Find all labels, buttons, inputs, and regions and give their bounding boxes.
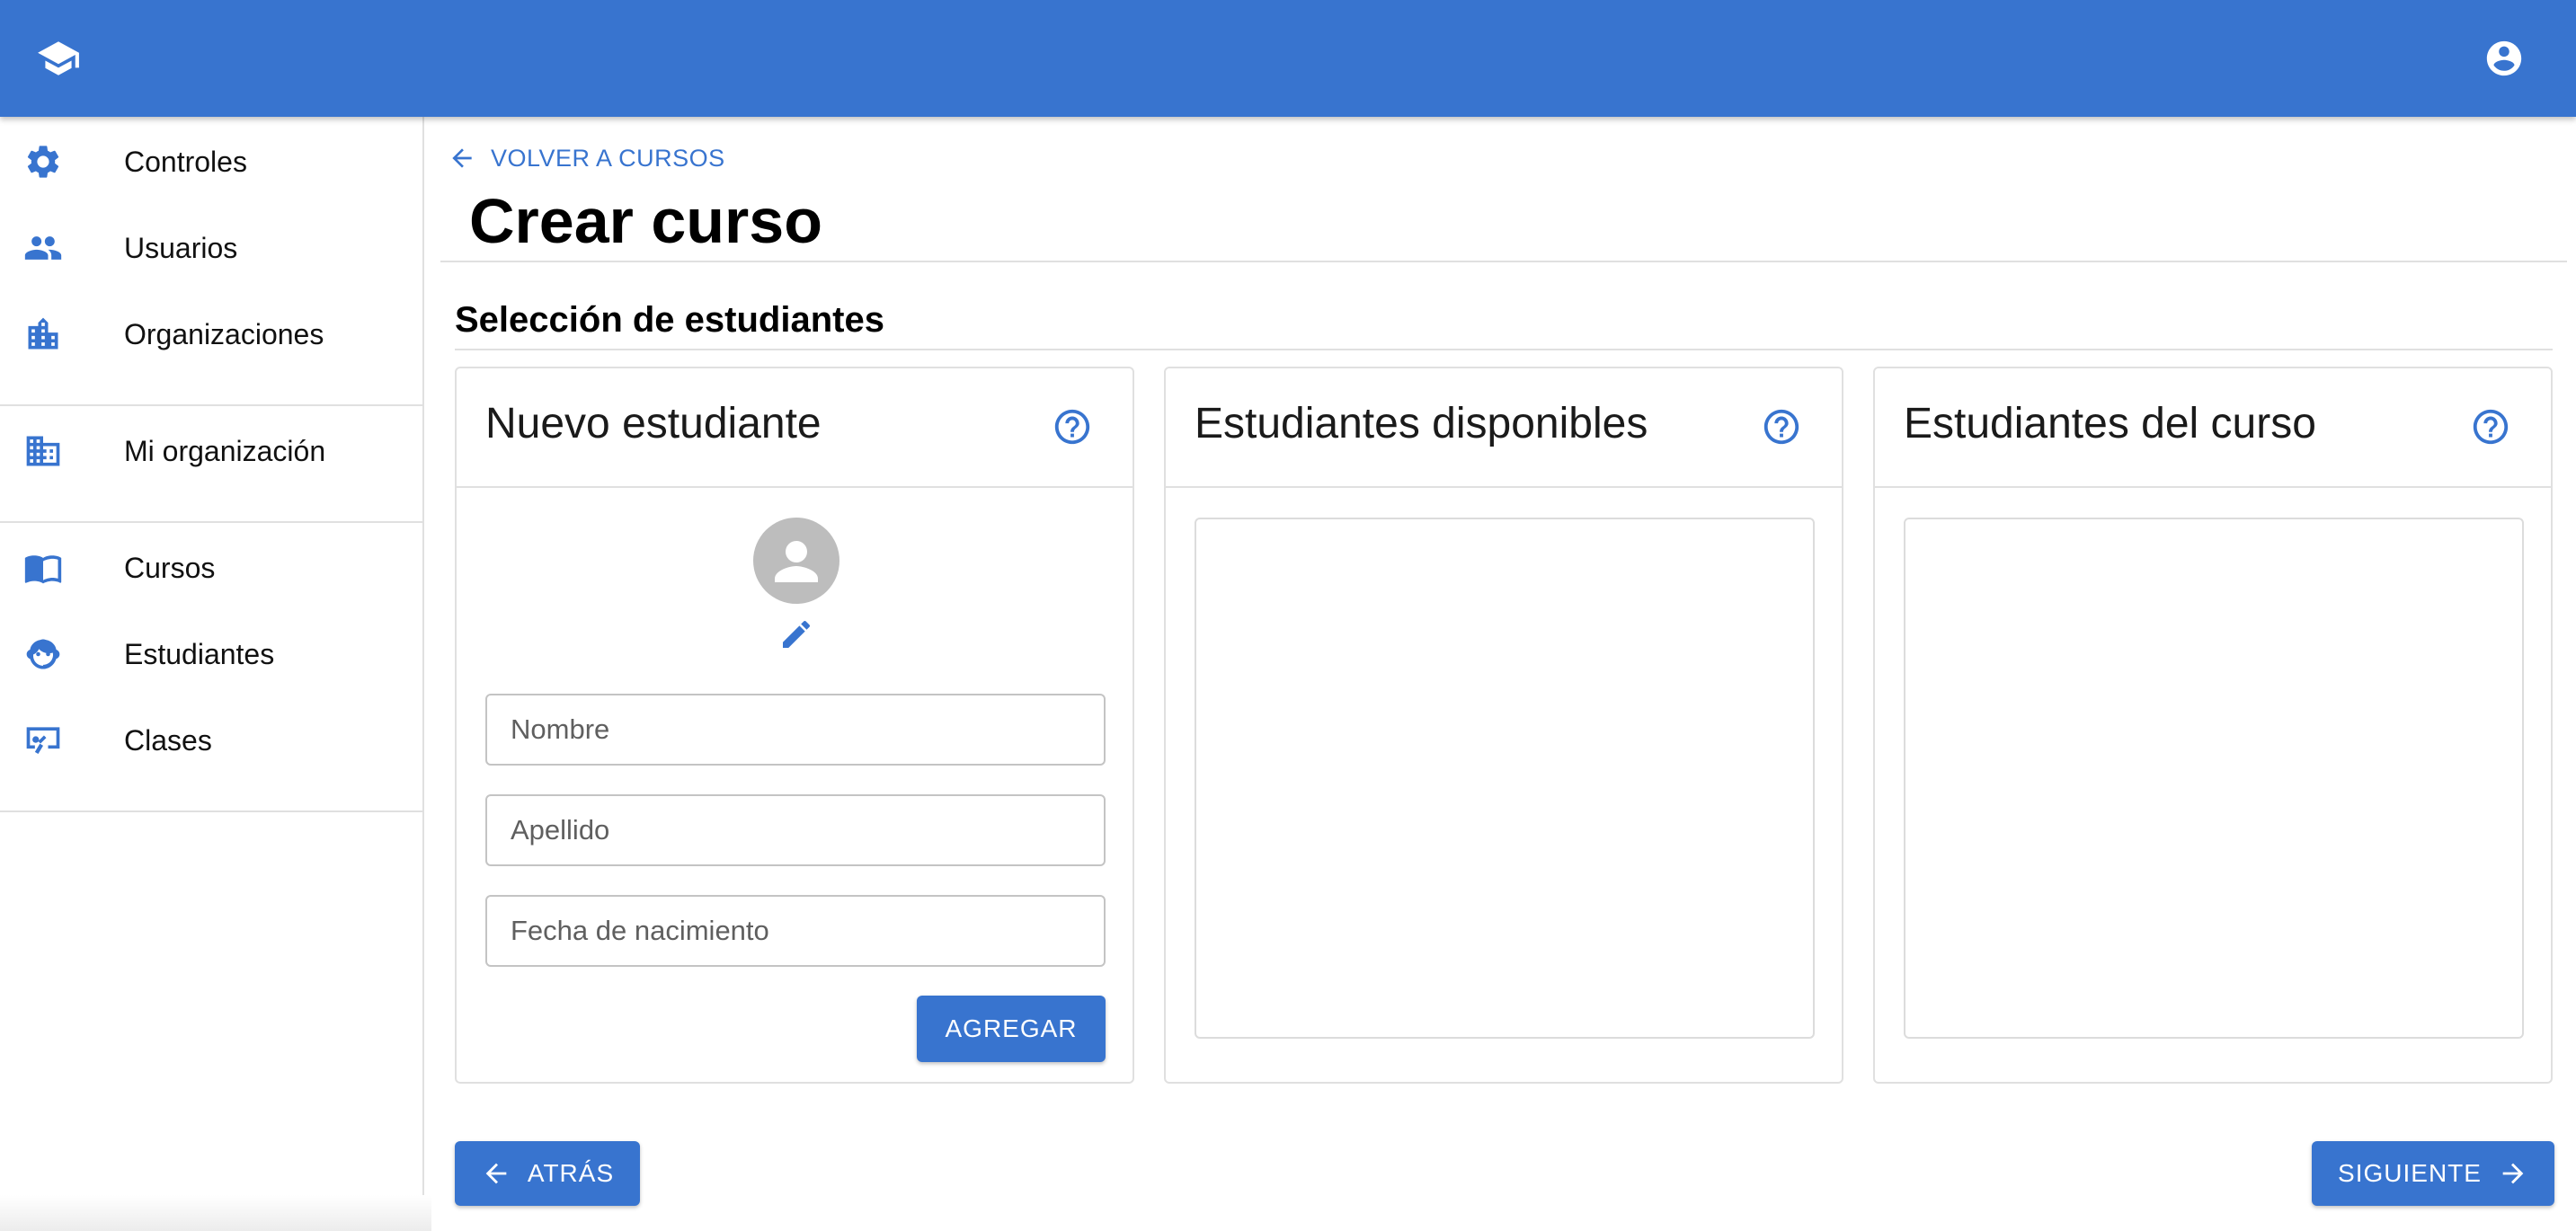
section-divider — [455, 349, 2553, 350]
help-icon[interactable] — [1052, 406, 1093, 447]
sidebar-item-cursos[interactable]: Cursos — [0, 525, 422, 611]
sidebar-item-label: Controles — [124, 146, 247, 178]
sidebar-item-label: Organizaciones — [124, 318, 324, 350]
sidebar-item-mi-organizacion[interactable]: Mi organización — [0, 408, 422, 494]
next-button[interactable]: SIGUIENTE — [2312, 1141, 2554, 1206]
sidebar-divider — [0, 521, 422, 523]
sidebar-divider — [0, 810, 422, 812]
avatar — [753, 518, 839, 604]
add-student-button[interactable]: AGREGAR — [917, 996, 1106, 1062]
arrow-left-icon — [485, 1163, 507, 1184]
last-name-field[interactable] — [485, 794, 1106, 866]
child-face-icon — [26, 639, 60, 669]
sidebar-item-label: Clases — [124, 724, 212, 757]
new-student-card: Nuevo estudiante AGREGAR — [455, 367, 1134, 1084]
title-divider — [440, 261, 2567, 262]
birth-date-field[interactable] — [485, 895, 1106, 967]
account-circle-icon[interactable] — [2483, 38, 2525, 79]
sidebar-item-organizaciones[interactable]: Organizaciones — [0, 291, 422, 377]
card-title: Nuevo estudiante — [485, 400, 822, 447]
sidebar-item-clases[interactable]: Clases — [0, 697, 422, 784]
help-icon[interactable] — [2470, 406, 2511, 447]
sidebar-item-label: Usuarios — [124, 232, 238, 264]
sidebar: Controles Usuarios Organizaciones Mi org… — [0, 117, 424, 1231]
course-students-list[interactable] — [1904, 518, 2524, 1039]
business-icon — [26, 436, 60, 466]
sidebar-item-usuarios[interactable]: Usuarios — [0, 205, 422, 291]
course-students-card: Estudiantes del curso — [1873, 367, 2553, 1084]
back-button-label: ATRÁS — [527, 1159, 615, 1187]
back-button[interactable]: ATRÁS — [455, 1141, 640, 1206]
building-icon — [28, 317, 58, 350]
person-icon — [775, 541, 818, 582]
available-students-list[interactable] — [1195, 518, 1815, 1039]
sidebar-item-controles[interactable]: Controles — [0, 119, 422, 205]
arrow-right-icon — [2502, 1163, 2524, 1184]
app-bar — [0, 0, 2576, 117]
card-title: Estudiantes del curso — [1904, 400, 2316, 447]
gear-icon — [27, 146, 59, 178]
back-to-courses-link[interactable]: VOLVER A CURSOS — [448, 142, 725, 174]
first-name-field[interactable] — [485, 694, 1106, 766]
help-icon[interactable] — [1761, 406, 1802, 447]
sidebar-item-estudiantes[interactable]: Estudiantes — [0, 611, 422, 697]
sidebar-item-label: Estudiantes — [124, 638, 275, 670]
graduation-cap-icon[interactable] — [36, 36, 81, 81]
card-header: Nuevo estudiante — [457, 368, 1133, 488]
back-link-label: VOLVER A CURSOS — [491, 144, 725, 172]
arrow-left-icon — [452, 148, 472, 168]
book-icon — [24, 555, 62, 584]
presentation-icon — [26, 727, 60, 755]
sidebar-item-label: Mi organización — [124, 435, 326, 467]
card-header: Estudiantes disponibles — [1166, 368, 1842, 488]
section-title: Selección de estudiantes — [455, 300, 884, 340]
available-students-card: Estudiantes disponibles — [1164, 367, 1843, 1084]
page-title: Crear curso — [469, 186, 822, 256]
people-icon — [24, 236, 62, 260]
card-title: Estudiantes disponibles — [1195, 400, 1648, 447]
sidebar-item-label: Cursos — [124, 552, 216, 584]
card-header: Estudiantes del curso — [1875, 368, 2551, 488]
next-button-label: SIGUIENTE — [2338, 1159, 2482, 1187]
sidebar-divider — [0, 404, 422, 406]
pencil-icon[interactable] — [778, 616, 814, 652]
sidebar-bottom-shadow — [0, 1195, 431, 1231]
